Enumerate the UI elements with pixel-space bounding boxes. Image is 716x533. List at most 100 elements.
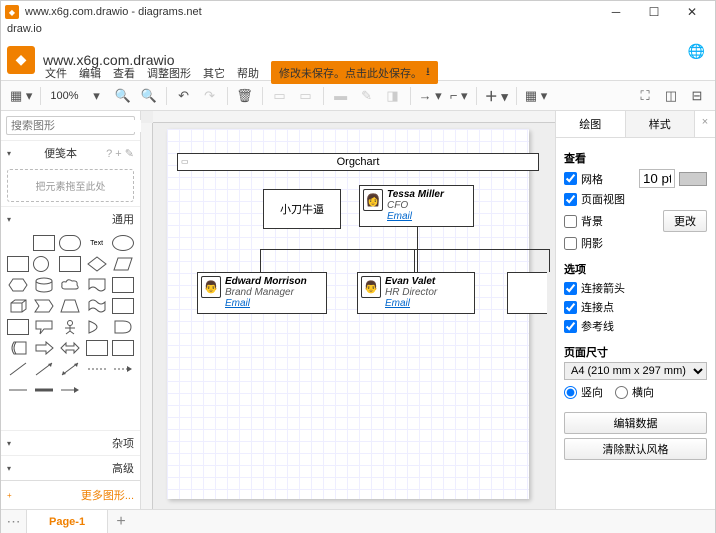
shape-list[interactable] <box>86 340 108 356</box>
shape-line1[interactable] <box>7 361 29 377</box>
shape-search-input[interactable] <box>11 120 153 132</box>
connpoints-checkbox[interactable] <box>564 301 577 314</box>
shape-cube[interactable] <box>7 298 29 314</box>
orgchart-box-plain[interactable]: 小刀牛逼 <box>263 189 341 229</box>
shape-hexagon[interactable] <box>7 277 29 293</box>
undo-icon[interactable]: ↶ <box>172 85 196 107</box>
canvas-page[interactable]: Orgchart ▭ 小刀牛逼 👩 Tessa Miller CFO Email <box>167 129 529 499</box>
shape-circle[interactable] <box>33 256 49 272</box>
zoom-dropdown[interactable]: ▾ <box>85 85 109 107</box>
shape-process[interactable] <box>59 256 81 272</box>
shape-and[interactable] <box>112 319 134 335</box>
connarrows-checkbox[interactable] <box>564 282 577 295</box>
shape-datastore[interactable] <box>7 340 29 356</box>
shape-square[interactable] <box>7 256 29 272</box>
shape-step[interactable] <box>33 298 55 314</box>
shape-cloud[interactable] <box>59 277 81 293</box>
change-bg-button[interactable]: 更改 <box>663 210 707 232</box>
shadow-icon[interactable]: ◨ <box>381 85 405 107</box>
shape-dash2[interactable] <box>112 361 134 377</box>
zoom-level[interactable]: 100% <box>46 90 82 102</box>
clear-style-button[interactable]: 清除默认风格 <box>564 438 707 460</box>
table-icon[interactable]: ▦ ▾ <box>522 85 550 107</box>
tofront-icon[interactable]: ▭ <box>268 85 292 107</box>
orgchart-card-right[interactable]: 👨 Evan Valet HR Director Email <box>357 272 475 314</box>
advanced-section[interactable]: 高级 <box>1 455 140 480</box>
page-menu-icon[interactable]: ⋯ <box>1 510 27 533</box>
zoom-in-icon[interactable]: 🔍 <box>111 85 135 107</box>
shape-actor[interactable] <box>59 319 81 335</box>
shape-solid2[interactable] <box>33 382 55 398</box>
shape-tape[interactable] <box>86 298 108 314</box>
toback-icon[interactable]: ▭ <box>294 85 318 107</box>
linecolor-icon[interactable]: ✎ <box>355 85 379 107</box>
pageview-checkbox[interactable] <box>564 193 577 206</box>
grid-checkbox[interactable] <box>564 172 577 185</box>
shape-roundrect[interactable] <box>59 235 81 251</box>
shape-card[interactable] <box>7 319 29 335</box>
tab-style[interactable]: 样式 <box>626 111 696 137</box>
background-checkbox[interactable] <box>564 215 577 228</box>
close-button[interactable]: ✕ <box>673 1 711 23</box>
shape-callout[interactable] <box>33 319 55 335</box>
shape-line2[interactable] <box>33 361 55 377</box>
zoom-out-icon[interactable]: 🔍 <box>137 85 161 107</box>
shape-biarrow[interactable] <box>59 340 81 356</box>
maximize-button[interactable]: ☐ <box>635 1 673 23</box>
shape-cylinder[interactable] <box>33 277 55 293</box>
portrait-radio[interactable] <box>564 386 577 399</box>
shape-document[interactable] <box>86 277 108 293</box>
orgchart-card-partial[interactable] <box>507 272 547 314</box>
shape-diamond[interactable] <box>86 256 108 272</box>
view-dropdown[interactable]: ▦ ▾ <box>7 85 35 107</box>
more-shapes[interactable]: 更多图形... <box>1 480 140 509</box>
redo-icon[interactable]: ↷ <box>198 85 222 107</box>
shape-none[interactable] <box>7 235 29 251</box>
menu-file[interactable]: 文件 <box>45 65 67 81</box>
shape-search[interactable]: 🔍 <box>6 116 135 135</box>
tab-diagram[interactable]: 绘图 <box>556 111 626 137</box>
grid-color-swatch[interactable] <box>679 172 707 186</box>
guides-checkbox[interactable] <box>564 320 577 333</box>
shape-line3[interactable] <box>59 361 81 377</box>
menu-edit[interactable]: 编辑 <box>79 65 101 81</box>
unsaved-banner[interactable]: 修改未保存。点击此处保存。 ⭳ <box>271 61 438 84</box>
shape-or[interactable] <box>86 319 108 335</box>
menu-arrange[interactable]: 调整图形 <box>147 65 191 81</box>
connection-icon[interactable]: → ▾ <box>416 85 445 107</box>
shape-trapezoid[interactable] <box>59 298 81 314</box>
language-icon[interactable]: 🌐 <box>688 43 705 60</box>
shape-solid[interactable] <box>7 382 29 398</box>
general-section[interactable]: 通用 <box>1 206 140 231</box>
outline-panel-icon[interactable]: ⊟ <box>685 85 709 107</box>
shape-ellipse[interactable] <box>112 235 134 251</box>
shape-note[interactable] <box>112 298 134 314</box>
insert-icon[interactable]: ＋ ▾ <box>482 85 511 107</box>
canvas[interactable]: Orgchart ▭ 小刀牛逼 👩 Tessa Miller CFO Email <box>141 111 555 509</box>
orgchart-card-left[interactable]: 👨 Edward Morrison Brand Manager Email <box>197 272 327 314</box>
pagesize-select[interactable]: A4 (210 mm x 297 mm) <box>564 362 707 380</box>
edit-data-button[interactable]: 编辑数据 <box>564 412 707 434</box>
waypoint-icon[interactable]: ⌐ ▾ <box>447 85 471 107</box>
scratchpad-dropzone[interactable]: 把元素拖至此处 <box>7 169 134 202</box>
menu-extras[interactable]: 其它 <box>203 65 225 81</box>
grid-size-input[interactable] <box>639 169 675 188</box>
fullscreen-icon[interactable]: ⛶ <box>633 85 657 107</box>
orgchart-card-top[interactable]: 👩 Tessa Miller CFO Email <box>359 185 474 227</box>
delete-icon[interactable]: 🗑 <box>233 85 257 107</box>
menu-view[interactable]: 查看 <box>113 65 135 81</box>
shape-list2[interactable] <box>112 340 134 356</box>
format-panel-icon[interactable]: ◫ <box>659 85 683 107</box>
landscape-radio[interactable] <box>615 386 628 399</box>
page-tab-1[interactable]: Page-1 <box>27 510 108 533</box>
orgchart-container[interactable]: Orgchart ▭ <box>177 153 539 171</box>
scratchpad-section[interactable]: 便笺本? + ✎ <box>1 140 140 165</box>
shape-dash[interactable] <box>86 361 108 377</box>
add-page-button[interactable]: + <box>108 510 134 533</box>
menu-help[interactable]: 帮助 <box>237 65 259 81</box>
shape-conn[interactable] <box>59 382 81 398</box>
shape-internal[interactable] <box>112 277 134 293</box>
minimize-button[interactable]: ─ <box>597 1 635 23</box>
shape-arrow[interactable] <box>33 340 55 356</box>
shape-rect[interactable] <box>33 235 55 251</box>
